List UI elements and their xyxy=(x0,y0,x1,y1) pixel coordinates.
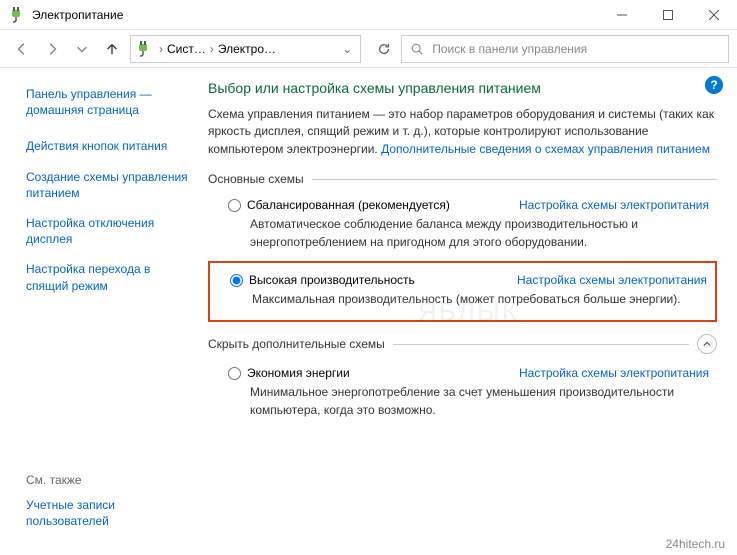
scheme-radio-power-saver[interactable]: Экономия энергии xyxy=(228,366,507,380)
search-box[interactable] xyxy=(401,35,729,63)
intro-text: Схема управления питанием — это набор па… xyxy=(208,106,717,158)
titlebar: Электропитание xyxy=(0,0,737,30)
group-label-text: Основные схемы xyxy=(208,172,304,186)
breadcrumb-item[interactable]: Электро… xyxy=(218,42,276,56)
minimize-button[interactable] xyxy=(599,0,645,29)
sidebar-see-also-link[interactable]: Учетные записи пользователей xyxy=(26,497,186,529)
nav-up-button[interactable] xyxy=(98,35,126,63)
divider xyxy=(393,344,689,345)
scheme-desc: Автоматическое соблюдение баланса между … xyxy=(250,216,709,251)
search-input[interactable] xyxy=(432,42,720,56)
intro-link[interactable]: Дополнительные сведения о схемах управле… xyxy=(381,142,710,156)
sidebar-item-sleep[interactable]: Настройка перехода в спящий режим xyxy=(26,261,188,293)
radio-input[interactable] xyxy=(230,274,243,287)
close-button[interactable] xyxy=(691,0,737,29)
scheme-desc: Максимальная производительность (может п… xyxy=(252,291,707,308)
nav-back-button[interactable] xyxy=(8,35,36,63)
collapse-button[interactable] xyxy=(697,334,717,354)
scheme-power-saver: Экономия энергии Настройка схемы электро… xyxy=(208,362,717,429)
scheme-balanced: Сбалансированная (рекомендуется) Настрой… xyxy=(208,194,717,261)
window-controls xyxy=(599,0,737,29)
scheme-radio-high-perf[interactable]: Высокая производительность xyxy=(230,273,505,287)
chevron-down-icon[interactable]: ⌄ xyxy=(338,42,356,56)
search-icon xyxy=(410,42,424,56)
navbar: › Сист… › Электро… ⌄ xyxy=(0,30,737,68)
scheme-desc: Минимальное энергопотребление за счет ум… xyxy=(250,384,709,419)
chevron-up-icon xyxy=(703,340,711,348)
chevron-right-icon: › xyxy=(210,42,214,56)
scheme-radio-balanced[interactable]: Сбалансированная (рекомендуется) xyxy=(228,198,507,212)
scheme-name: Высокая производительность xyxy=(249,273,415,287)
scheme-high-performance: Высокая производительность Настройка схе… xyxy=(208,261,717,322)
power-plug-icon xyxy=(8,7,24,23)
help-button[interactable]: ? xyxy=(705,76,723,94)
chevron-right-icon: › xyxy=(159,42,163,56)
sidebar-see-also: См. также Учетные записи пользователей xyxy=(26,473,186,543)
radio-input[interactable] xyxy=(228,199,241,212)
main-panel: ? Выбор или настройка схемы управления п… xyxy=(200,68,737,555)
divider xyxy=(312,179,717,180)
window-title: Электропитание xyxy=(32,8,599,22)
refresh-button[interactable] xyxy=(369,35,399,63)
page-heading: Выбор или настройка схемы управления пит… xyxy=(208,80,717,96)
sidebar-item-create-plan[interactable]: Создание схемы управления питанием xyxy=(26,169,188,201)
nav-recent-dropdown[interactable] xyxy=(68,35,96,63)
scheme-settings-link[interactable]: Настройка схемы электропитания xyxy=(519,198,709,212)
sidebar: Панель управления — домашняя страница Де… xyxy=(0,68,200,555)
group-label-main: Основные схемы xyxy=(208,172,717,186)
scheme-settings-link[interactable]: Настройка схемы электропитания xyxy=(517,273,707,287)
scheme-name: Экономия энергии xyxy=(247,366,350,380)
sidebar-home-link[interactable]: Панель управления — домашняя страница xyxy=(26,86,188,118)
site-caption: 24hitech.ru xyxy=(666,537,725,551)
nav-forward-button[interactable] xyxy=(38,35,66,63)
radio-input[interactable] xyxy=(228,367,241,380)
content-body: Панель управления — домашняя страница Де… xyxy=(0,68,737,555)
group-label-extra[interactable]: Скрыть дополнительные схемы xyxy=(208,334,717,354)
see-also-label: См. также xyxy=(26,473,186,487)
scheme-name: Сбалансированная (рекомендуется) xyxy=(247,198,450,212)
breadcrumb-item[interactable]: Сист… xyxy=(167,42,206,56)
maximize-button[interactable] xyxy=(645,0,691,29)
sidebar-item-display-off[interactable]: Настройка отключения дисплея xyxy=(26,215,188,247)
group-label-text: Скрыть дополнительные схемы xyxy=(208,337,385,351)
scheme-settings-link[interactable]: Настройка схемы электропитания xyxy=(519,366,709,380)
sidebar-item-power-buttons[interactable]: Действия кнопок питания xyxy=(26,138,188,154)
power-plug-icon xyxy=(135,41,151,57)
breadcrumb[interactable]: › Сист… › Электро… ⌄ xyxy=(130,35,361,63)
